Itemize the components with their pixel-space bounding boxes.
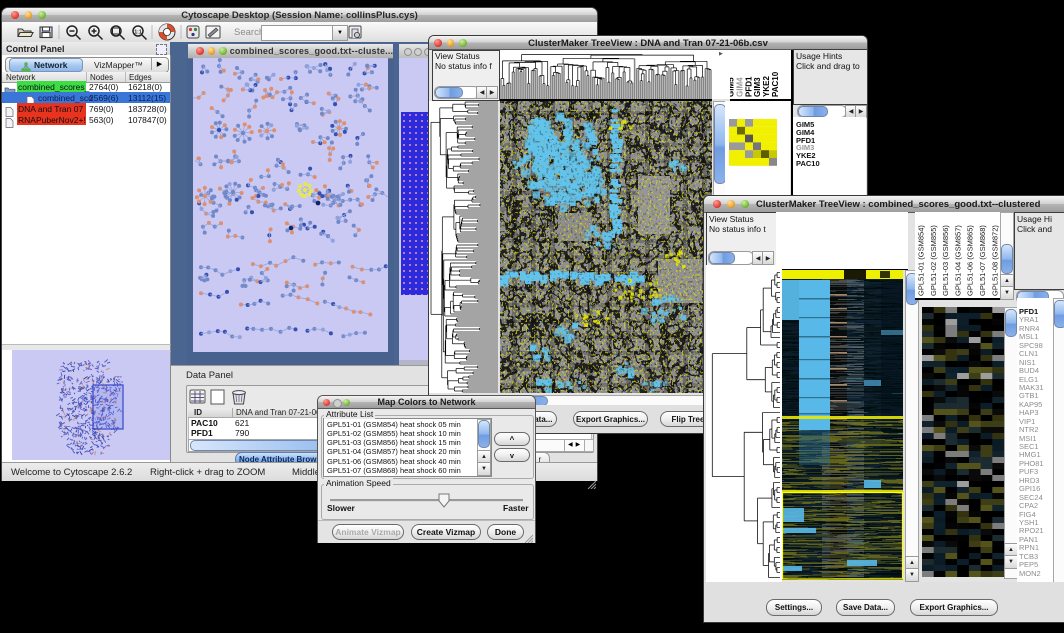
svg-text:YKE2: YKE2 — [762, 76, 771, 97]
svg-text:GPL51-08 (GSM872): GPL51-08 (GSM872) — [990, 225, 999, 296]
svg-text:GIM3: GIM3 — [753, 77, 762, 97]
svg-text:GPL51-06 (GSM865): GPL51-06 (GSM865) — [966, 225, 975, 296]
svg-text:GPL51-01 (GSM854): GPL51-01 (GSM854) — [917, 225, 926, 296]
svg-text:GIM4: GIM4 — [735, 77, 744, 97]
svg-text:GPL51-02 (GSM855): GPL51-02 (GSM855) — [929, 225, 938, 296]
svg-text:GPL51-07 (GSM868): GPL51-07 (GSM868) — [978, 225, 987, 296]
svg-text:1:1: 1:1 — [134, 30, 141, 36]
svg-text:GPL51-03 (GSM856): GPL51-03 (GSM856) — [941, 225, 950, 296]
svg-text:PFD1: PFD1 — [744, 76, 753, 97]
svg-text:PAC10: PAC10 — [771, 71, 780, 97]
svg-text:GPL51-04 (GSM857): GPL51-04 (GSM857) — [953, 225, 962, 296]
